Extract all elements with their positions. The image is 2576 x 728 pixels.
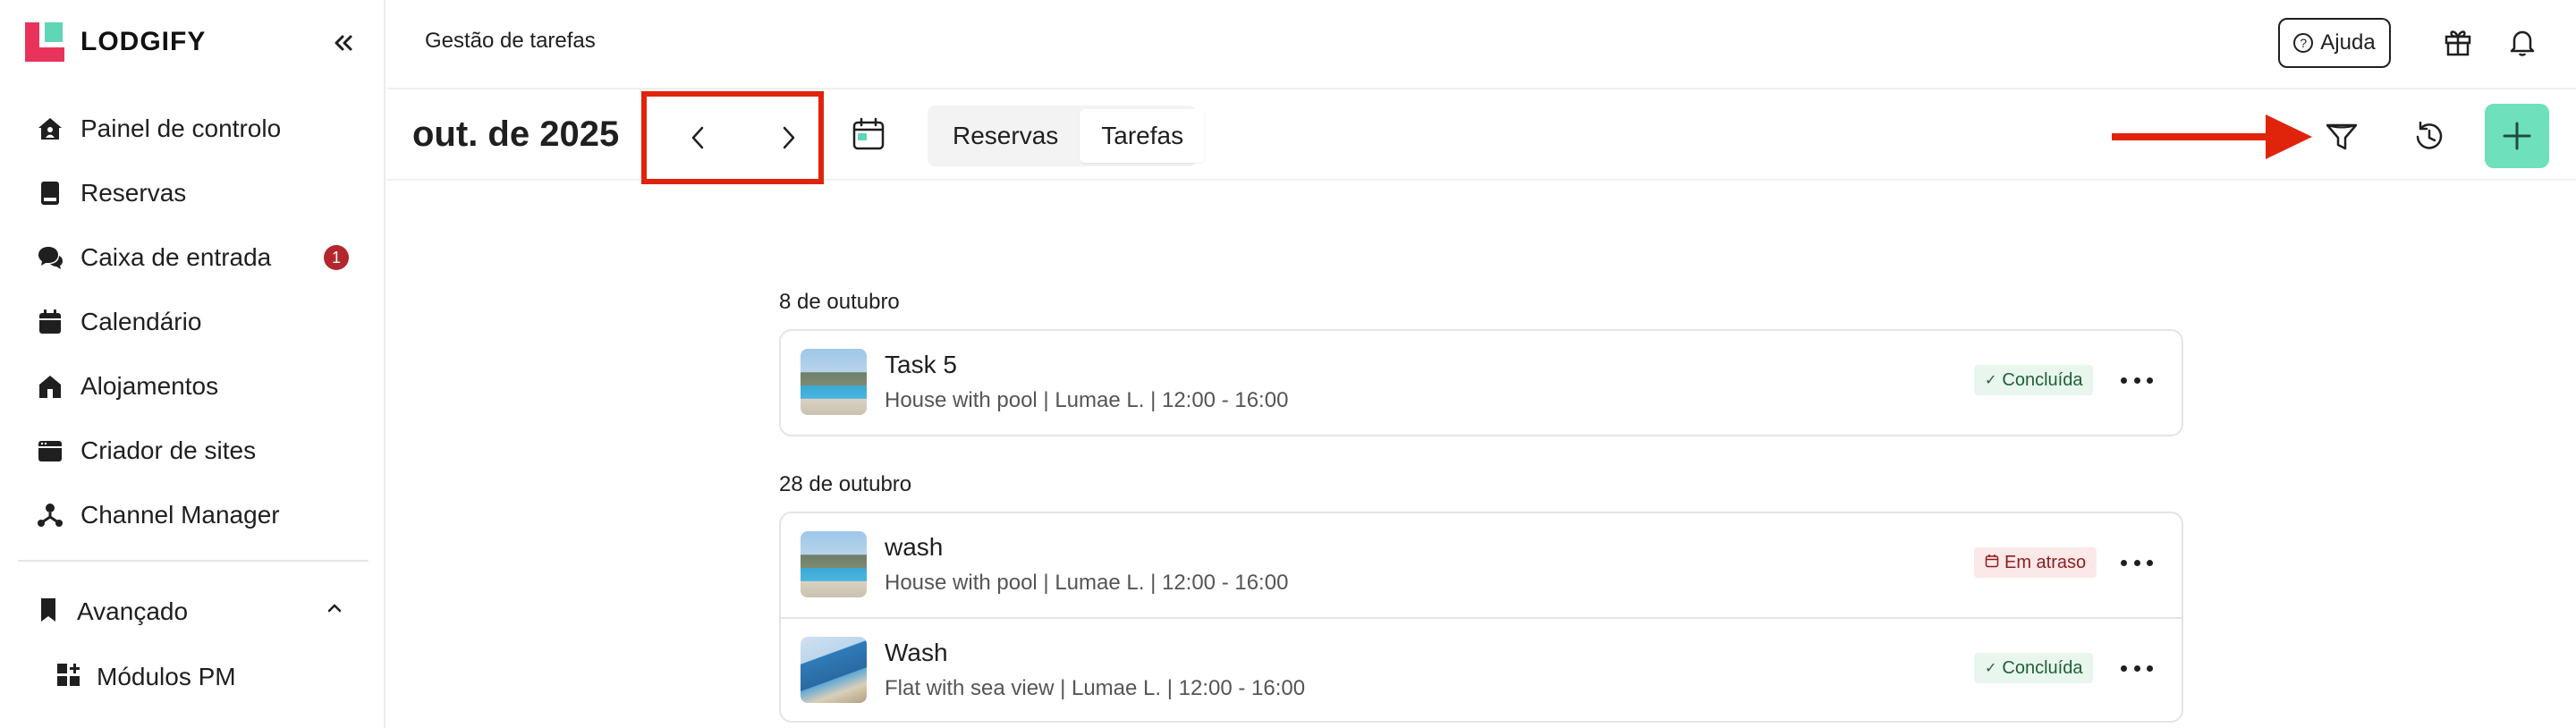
status-label: Concluída bbox=[2002, 369, 2083, 390]
more-options-button[interactable] bbox=[2117, 367, 2157, 394]
sidebar-item-channel-manager[interactable]: Channel Manager bbox=[0, 483, 386, 547]
sidebar-item-advanced[interactable]: Avançado bbox=[0, 580, 386, 644]
sidebar-item-label: Channel Manager bbox=[80, 501, 280, 529]
task-title: Task 5 bbox=[885, 351, 957, 378]
property-thumbnail bbox=[801, 637, 867, 703]
sidebar-item-inbox[interactable]: Caixa de entrada 1 bbox=[0, 225, 386, 290]
collapse-sidebar-button[interactable] bbox=[326, 25, 361, 61]
date-group-label: 28 de outubro bbox=[779, 472, 912, 496]
logo-text: LODGIFY bbox=[80, 27, 207, 56]
notifications-button[interactable] bbox=[2504, 23, 2541, 61]
double-chevron-left-icon bbox=[335, 35, 352, 51]
sidebar: LODGIFY Painel de controlo Reservas Caix… bbox=[0, 0, 386, 728]
status-badge: ✓ Concluída bbox=[1974, 365, 2094, 395]
sidebar-nav: Painel de controlo Reservas Caixa de ent… bbox=[0, 97, 386, 547]
status-badge: Em atraso bbox=[1974, 547, 2097, 578]
sidebar-item-label: Painel de controlo bbox=[80, 114, 282, 142]
date-group-label: 8 de outubro bbox=[779, 290, 900, 314]
help-label: Ajuda bbox=[2320, 30, 2376, 55]
next-month-button[interactable] bbox=[772, 122, 804, 154]
more-options-button[interactable] bbox=[2117, 655, 2157, 681]
sidebar-item-label: Avançado bbox=[77, 597, 189, 625]
task-details: Flat with sea view | Lumae L. | 12:00 - … bbox=[885, 676, 1306, 700]
history-icon bbox=[2416, 121, 2443, 149]
sidebar-item-label: Caixa de entrada bbox=[80, 243, 272, 271]
status-label: Em atraso bbox=[2004, 552, 2087, 572]
task-row[interactable]: Wash Flat with sea view | Lumae L. | 12:… bbox=[781, 617, 2182, 721]
history-button[interactable] bbox=[2407, 114, 2452, 159]
bookmark-icon bbox=[34, 596, 63, 629]
task-title: Wash bbox=[885, 639, 948, 666]
house-icon bbox=[34, 370, 66, 402]
calendar-icon bbox=[34, 306, 66, 338]
home-icon bbox=[34, 113, 66, 145]
lodgify-logo-icon bbox=[25, 22, 64, 62]
view-switcher: Reservas Tarefas bbox=[928, 106, 1206, 166]
page-title: Gestão de tarefas bbox=[425, 29, 596, 53]
gift-button[interactable] bbox=[2439, 23, 2477, 61]
sidebar-item-label: Alojamentos bbox=[80, 372, 219, 400]
add-task-button[interactable] bbox=[2485, 104, 2549, 168]
property-thumbnail bbox=[801, 349, 867, 415]
filter-icon bbox=[2326, 123, 2358, 150]
top-header: Gestão de tarefas ? Ajuda bbox=[387, 0, 2576, 89]
sidebar-item-website-builder[interactable]: Criador de sites bbox=[0, 419, 386, 483]
current-month: out. de 2025 bbox=[412, 114, 620, 154]
task-details: House with pool | Lumae L. | 12:00 - 16:… bbox=[885, 388, 1289, 412]
previous-month-button[interactable] bbox=[682, 122, 715, 154]
task-group-card: Task 5 House with pool | Lumae L. | 12:0… bbox=[779, 329, 2183, 436]
network-icon bbox=[34, 499, 66, 531]
logo[interactable]: LODGIFY bbox=[25, 21, 361, 63]
gift-icon bbox=[2445, 30, 2471, 56]
annotation-arrow-head bbox=[2266, 114, 2312, 159]
inbox-count-badge: 1 bbox=[324, 245, 349, 270]
sidebar-item-calendar[interactable]: Calendário bbox=[0, 290, 386, 354]
task-row[interactable]: Task 5 House with pool | Lumae L. | 12:0… bbox=[781, 331, 2182, 435]
help-button[interactable]: ? Ajuda bbox=[2278, 18, 2391, 68]
sidebar-item-label: Módulos PM bbox=[97, 663, 236, 690]
tab-reservations[interactable]: Reservas bbox=[931, 109, 1080, 163]
calendar-small-icon bbox=[1985, 554, 1999, 572]
sidebar-item-dashboard[interactable]: Painel de controlo bbox=[0, 97, 386, 161]
calendar-icon bbox=[852, 117, 885, 150]
status-badge: ✓ Concluída bbox=[1974, 653, 2094, 683]
tab-tasks[interactable]: Tarefas bbox=[1080, 109, 1206, 163]
sidebar-divider bbox=[18, 560, 369, 562]
filter-button[interactable] bbox=[2319, 114, 2364, 159]
task-title: wash bbox=[885, 533, 944, 561]
modules-icon bbox=[55, 662, 82, 693]
task-details: House with pool | Lumae L. | 12:00 - 16:… bbox=[885, 571, 1289, 595]
chevron-left-icon bbox=[691, 126, 704, 149]
annotation-arrow-line bbox=[2112, 133, 2273, 140]
book-icon bbox=[34, 177, 66, 209]
property-thumbnail bbox=[801, 531, 867, 597]
chevron-right-icon bbox=[783, 126, 795, 149]
tasks-toolbar: out. de 2025 Reservas Tarefas bbox=[387, 91, 2576, 184]
sidebar-item-label: Criador de sites bbox=[80, 436, 257, 464]
sidebar-item-label: Calendário bbox=[80, 308, 202, 335]
check-icon: ✓ bbox=[1985, 373, 1997, 388]
question-icon: ? bbox=[2293, 33, 2314, 53]
sidebar-item-reservations[interactable]: Reservas bbox=[0, 161, 386, 225]
bell-icon bbox=[2510, 30, 2535, 56]
more-options-button[interactable] bbox=[2117, 549, 2157, 576]
check-icon: ✓ bbox=[1985, 661, 1997, 676]
task-row[interactable]: wash House with pool | Lumae L. | 12:00 … bbox=[781, 513, 2182, 617]
sidebar-item-pm-modules[interactable]: Módulos PM bbox=[0, 645, 386, 709]
chevron-up-icon bbox=[324, 597, 345, 623]
browser-icon bbox=[34, 435, 66, 467]
sidebar-item-properties[interactable]: Alojamentos bbox=[0, 354, 386, 419]
chat-icon bbox=[34, 241, 66, 274]
month-navigation-highlight bbox=[641, 91, 824, 184]
status-label: Concluída bbox=[2002, 657, 2083, 678]
task-group-card: wash House with pool | Lumae L. | 12:00 … bbox=[779, 512, 2183, 723]
sidebar-item-label: Reservas bbox=[80, 179, 187, 207]
date-picker-button[interactable] bbox=[849, 114, 888, 154]
plus-icon bbox=[2503, 122, 2531, 150]
